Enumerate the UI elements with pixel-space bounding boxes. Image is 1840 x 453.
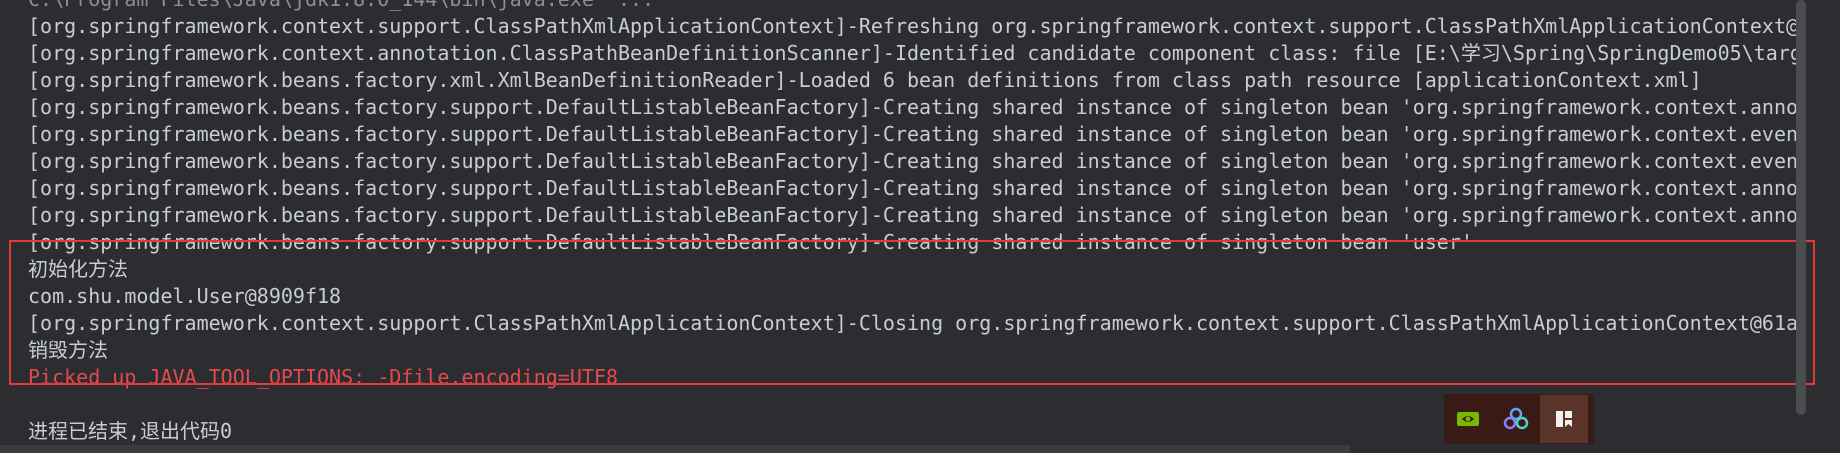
console-line: [org.springframework.context.support.Cla… bbox=[28, 14, 1800, 38]
console-line-user-object: com.shu.model.User@8909f18 bbox=[28, 284, 342, 308]
nvidia-icon[interactable] bbox=[1444, 395, 1492, 443]
console-line: [org.springframework.beans.factory.suppo… bbox=[28, 122, 1800, 146]
console-line: [org.springframework.beans.factory.suppo… bbox=[28, 149, 1800, 173]
console-line: [org.springframework.beans.factory.suppo… bbox=[28, 230, 1473, 254]
cloud-sync-icon[interactable] bbox=[1492, 395, 1540, 443]
console-line-command: C:\Program Files\Java\jdk1.8.0_144\bin\j… bbox=[28, 0, 1800, 13]
system-tray-popup bbox=[1444, 394, 1594, 444]
vertical-scrollbar[interactable] bbox=[1796, 0, 1806, 415]
app-icon[interactable] bbox=[1540, 395, 1588, 443]
run-console: C:\Program Files\Java\jdk1.8.0_144\bin\j… bbox=[0, 0, 1840, 453]
console-line-init-method: 初始化方法 bbox=[28, 257, 128, 281]
console-line: [org.springframework.context.support.Cla… bbox=[28, 311, 1800, 335]
console-line: [org.springframework.context.annotation.… bbox=[28, 41, 1800, 65]
console-line: [org.springframework.beans.factory.xml.X… bbox=[28, 68, 1702, 92]
console-output: C:\Program Files\Java\jdk1.8.0_144\bin\j… bbox=[28, 0, 1800, 445]
console-line: [org.springframework.beans.factory.suppo… bbox=[28, 203, 1800, 227]
horizontal-scrollbar-track[interactable] bbox=[0, 445, 1350, 453]
console-line: [org.springframework.beans.factory.suppo… bbox=[28, 95, 1800, 119]
console-line-destroy-method: 销毁方法 bbox=[28, 338, 108, 362]
console-line-java-tool-options: Picked up JAVA_TOOL_OPTIONS: -Dfile.enco… bbox=[28, 365, 619, 389]
console-line: [org.springframework.beans.factory.suppo… bbox=[28, 176, 1800, 200]
